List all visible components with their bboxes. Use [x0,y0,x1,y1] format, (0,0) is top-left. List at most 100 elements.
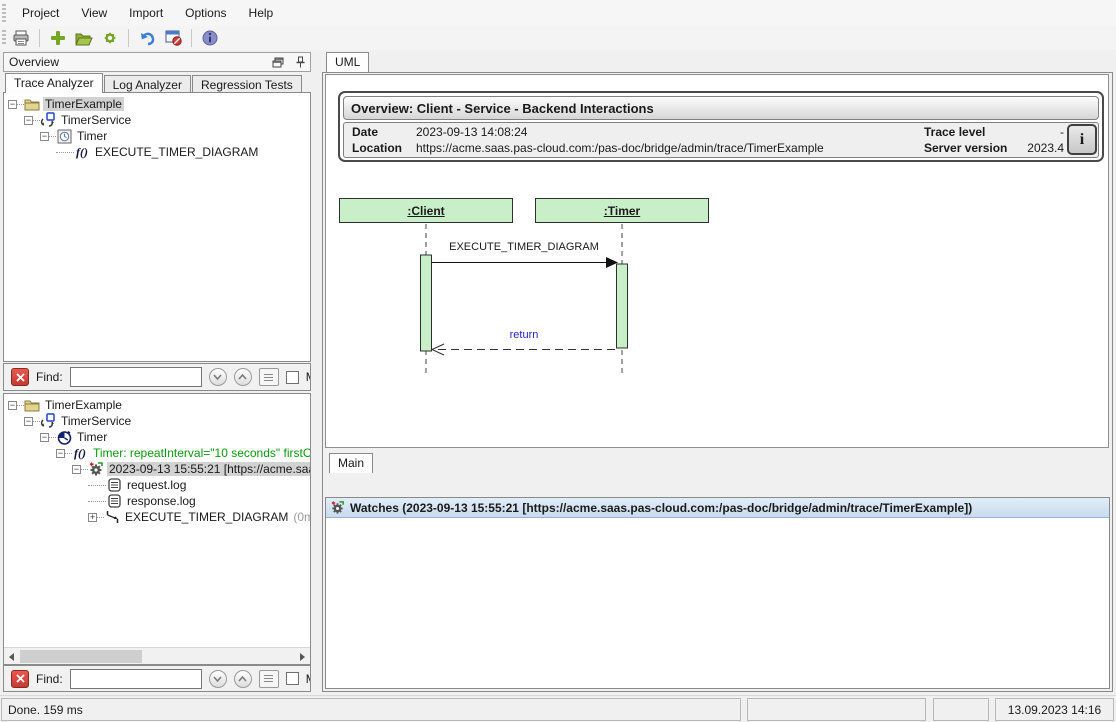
tree-item-label[interactable]: TimerService [59,414,133,428]
trace-entry-gear-icon [88,461,104,477]
tree-joint [17,405,24,406]
tree-row[interactable]: 2023-09-13 15:55:21 [https://acme.saa [4,461,310,477]
expand-icon[interactable] [88,513,97,522]
toolbar-separator [191,29,192,47]
status-message: Done. 159 ms [8,703,83,717]
pin-icon[interactable] [296,56,305,68]
collapse-icon[interactable] [8,100,17,109]
tree-item-label[interactable]: EXECUTE_TIMER_DIAGRAM [123,510,290,524]
float-window-icon[interactable] [272,57,284,68]
close-find-button[interactable] [11,368,29,386]
tree-item-label[interactable]: Timer [75,129,109,143]
watches-body[interactable] [326,518,1109,688]
toolbar-grip[interactable] [2,30,6,46]
menu-project[interactable]: Project [12,3,69,23]
service-icon [40,413,56,429]
scroll-right-icon[interactable] [296,650,309,663]
find-previous-button[interactable] [234,368,252,386]
menu-options[interactable]: Options [175,3,236,23]
menubar-grip[interactable] [2,4,6,22]
collapse-icon[interactable] [40,132,49,141]
status-bar: Done. 159 ms 13.09.2023 14:16 [0,695,1116,722]
collapse-icon[interactable] [56,449,65,458]
tree-row[interactable]: Timer [4,429,310,445]
menu-view[interactable]: View [71,3,117,23]
find-input[interactable] [70,367,202,387]
status-segment [747,698,926,721]
info-button-toolbar[interactable] [199,28,221,48]
function-icon: f() [72,445,88,461]
watches-panel: Watches (2023-09-13 15:55:21 [https://ac… [325,497,1110,689]
tab-regression-tests[interactable]: Regression Tests [192,75,302,93]
add-button[interactable] [47,28,69,48]
collapse-icon[interactable] [24,116,33,125]
tab-log-analyzer[interactable]: Log Analyzer [104,75,191,93]
tree-joint [88,485,106,486]
disable-trace-button[interactable] [162,28,184,48]
tab-main[interactable]: Main [329,453,373,473]
tree-item-label[interactable]: TimerService [59,113,133,127]
tree-row[interactable]: TimerExample [4,96,310,112]
tree-joint [65,453,72,454]
tree-item-label[interactable]: response.log [125,494,198,508]
find-next-button[interactable] [209,368,227,386]
horizontal-scrollbar[interactable] [4,647,310,664]
watches-gear-icon [330,500,345,515]
tree-item-duration: (0ms) [293,510,311,524]
collapse-icon[interactable] [40,433,49,442]
tree-item-label[interactable]: TimerExample [43,97,124,111]
tree-item-label[interactable]: 2023-09-13 15:55:21 [https://acme.saa [107,462,311,476]
match-case-checkbox[interactable] [286,371,299,384]
tree-row[interactable]: TimerService [4,413,310,429]
message-label[interactable]: EXECUTE_TIMER_DIAGRAM [444,241,604,253]
info-icon [202,30,218,46]
return-label[interactable]: return [494,329,554,341]
tree-row[interactable]: TimerExample [4,397,310,413]
scrollbar-thumb[interactable] [20,650,142,663]
collapse-icon[interactable] [8,401,17,410]
tab-trace-analyzer[interactable]: Trace Analyzer [5,73,103,93]
find-options-button[interactable] [259,368,279,386]
undo-button[interactable] [136,28,158,48]
find-previous-button[interactable] [234,670,252,688]
menu-bar: Project View Import Options Help [0,0,1116,26]
print-button[interactable] [10,28,32,48]
tree-row[interactable]: TimerService [4,112,310,128]
tree-row[interactable]: request.log [4,477,310,493]
match-case-label: Match Ca [306,370,311,384]
tab-uml[interactable]: UML [326,52,369,72]
collapse-icon[interactable] [72,465,81,474]
find-bar-bottom: Find: Match Ca [3,665,311,692]
scroll-left-icon[interactable] [5,650,18,663]
find-label: Find: [36,672,63,686]
close-find-button[interactable] [11,670,29,688]
tree-row[interactable]: f() EXECUTE_TIMER_DIAGRAM [4,144,310,160]
open-icon [75,31,93,46]
tree-joint [88,501,106,502]
find-input[interactable] [70,669,202,689]
find-next-button[interactable] [209,670,227,688]
sequence-diagram-canvas[interactable]: Overview: Client - Service - Backend Int… [325,74,1109,448]
find-options-button[interactable] [259,670,279,688]
match-case-checkbox[interactable] [286,672,299,685]
settings-button[interactable] [99,28,121,48]
tree-row[interactable]: Timer [4,128,310,144]
menu-help[interactable]: Help [239,3,284,23]
open-button[interactable] [73,28,95,48]
tree-item-label[interactable]: request.log [125,478,188,492]
tree-item-label[interactable]: TimerExample [43,398,124,412]
status-datetime-segment: 13.09.2023 14:16 [995,698,1114,721]
collapse-icon[interactable] [24,417,33,426]
menu-import[interactable]: Import [119,3,173,23]
tree-item-label[interactable]: Timer [75,430,109,444]
tree-item-label[interactable]: Timer: repeatInterval="10 seconds" first… [91,446,311,460]
tree-row[interactable]: f() Timer: repeatInterval="10 seconds" f… [4,445,310,461]
tree-row[interactable]: response.log [4,493,310,509]
tree-joint [56,152,74,153]
disable-trace-icon [165,30,182,46]
tree-item-label[interactable]: EXECUTE_TIMER_DIAGRAM [93,145,260,159]
watches-header[interactable]: Watches (2023-09-13 15:55:21 [https://ac… [326,498,1109,518]
find-bar-top: Find: Match Ca [3,363,311,391]
sequence-diagram-strokes [326,75,1109,448]
tree-row[interactable]: EXECUTE_TIMER_DIAGRAM (0ms) [4,509,310,525]
